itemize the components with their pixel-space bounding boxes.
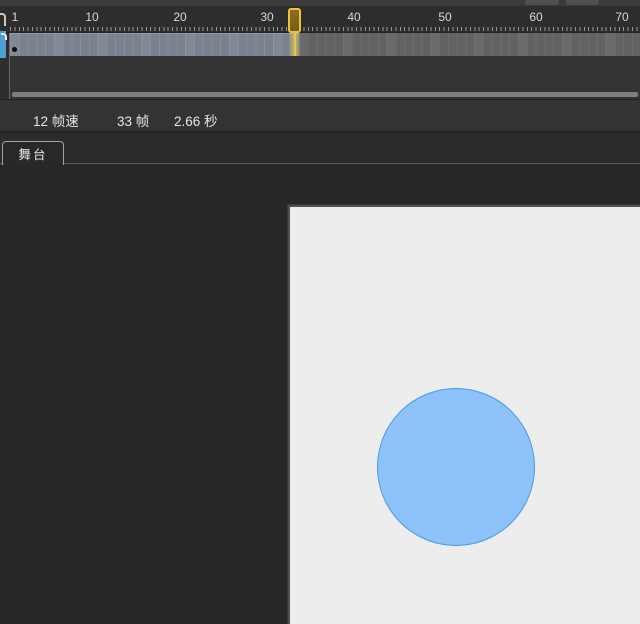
layer-frame-span[interactable] xyxy=(10,33,299,56)
keyframe-dot[interactable] xyxy=(12,47,17,52)
tab-stage-label: 舞台 xyxy=(18,144,47,163)
stage-work-area[interactable] xyxy=(0,165,640,624)
ruler-label: 20 xyxy=(173,10,186,24)
ruler-label: 40 xyxy=(347,10,360,24)
tab-bar-baseline xyxy=(0,163,640,164)
empty-frames[interactable] xyxy=(299,33,640,56)
layer-icon xyxy=(1,33,7,40)
selected-layer-edge[interactable] xyxy=(0,31,6,58)
stage-canvas[interactable] xyxy=(288,205,640,624)
circle-object[interactable] xyxy=(377,388,535,546)
timeline-horizontal-scrollbar[interactable] xyxy=(12,92,638,97)
ruler-label: 70 xyxy=(615,10,628,24)
animation-editor-window: 1 10 20 30 40 50 60 70 12 帧速 33 帧 2.66 秒 xyxy=(0,0,640,624)
ruler-label: 60 xyxy=(529,10,542,24)
document-tab-bar: 舞台 xyxy=(0,133,640,165)
frame-ruler[interactable]: 1 10 20 30 40 50 60 70 xyxy=(0,6,640,33)
current-frame-value: 33 帧 xyxy=(117,110,149,130)
ruler-label: 30 xyxy=(260,10,273,24)
playhead-line xyxy=(289,33,300,56)
onion-skin-icon xyxy=(0,13,6,26)
elapsed-time-value: 2.66 秒 xyxy=(174,110,218,130)
ruler-label: 50 xyxy=(438,10,451,24)
ruler-ticks xyxy=(10,27,640,31)
ruler-label: 1 xyxy=(12,10,19,24)
timeline-toolbar-button[interactable] xyxy=(525,0,559,5)
playhead-marker[interactable] xyxy=(288,8,301,33)
frame-rate-value[interactable]: 12 帧速 xyxy=(33,110,79,130)
timeline-status-bar: 12 帧速 33 帧 2.66 秒 xyxy=(0,100,640,131)
ruler-label: 10 xyxy=(85,10,98,24)
timeline-toolbar-button[interactable] xyxy=(566,0,599,5)
tab-stage[interactable]: 舞台 xyxy=(2,141,64,165)
